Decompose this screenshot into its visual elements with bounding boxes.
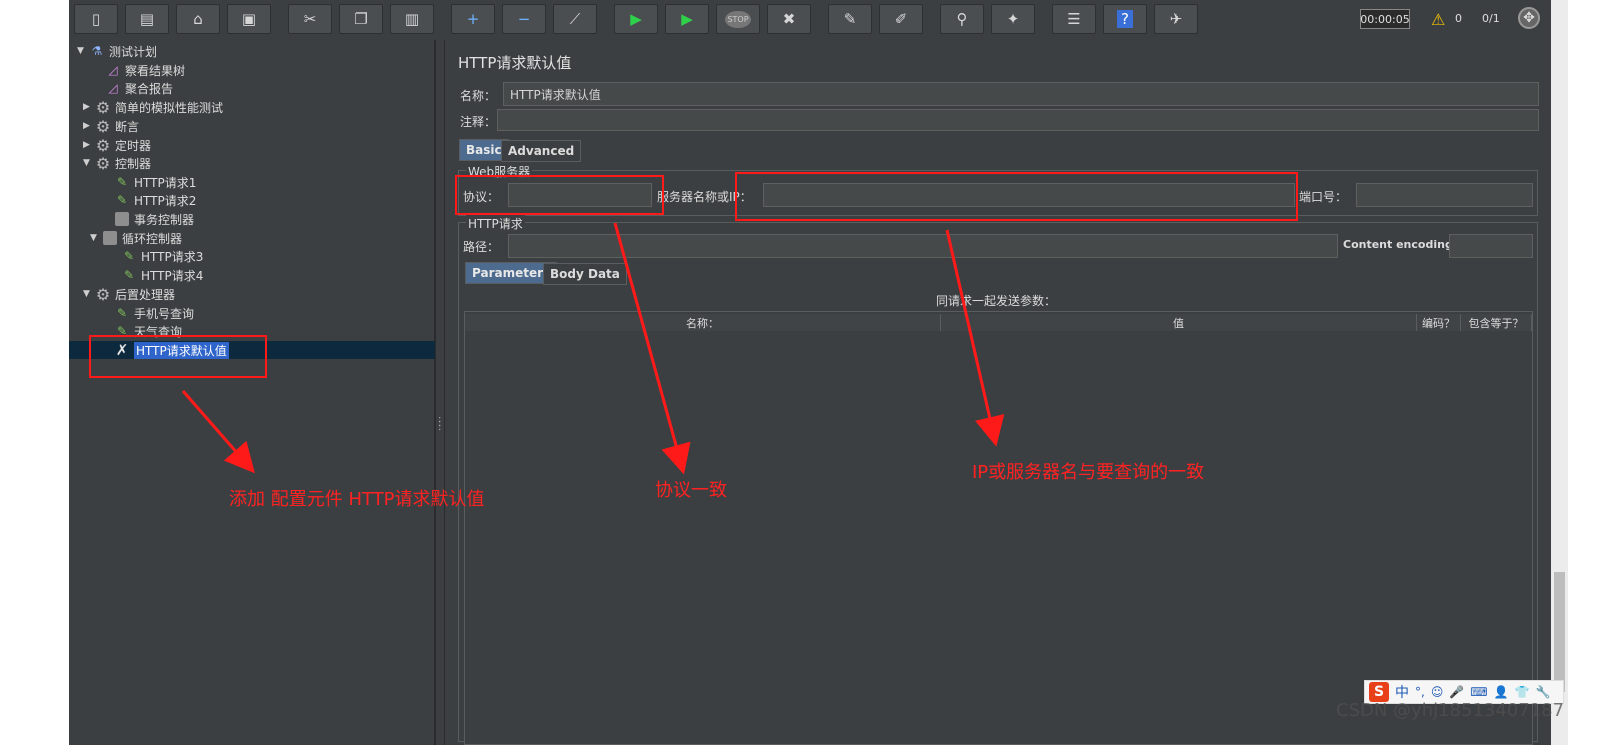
ime-tool-icon[interactable]: 🎤 bbox=[1449, 685, 1464, 699]
annotation-arrows bbox=[181, 222, 1005, 475]
page-scrollbar-thumb[interactable] bbox=[1554, 572, 1565, 692]
watermark: CSDN @yhj18513407187 bbox=[1336, 700, 1565, 721]
ime-tool-icon[interactable]: 👕 bbox=[1515, 685, 1530, 699]
ime-tool-icon[interactable]: °, bbox=[1415, 685, 1425, 699]
annotation-protocol: 协议一致 bbox=[655, 480, 727, 501]
ime-tool-icon[interactable]: 👤 bbox=[1494, 685, 1509, 699]
ime-tool-icons[interactable]: °, ☺ 🎤 ⌨ 👤 👕 🔧 bbox=[1415, 684, 1556, 700]
ime-mode-label[interactable]: 中 bbox=[1395, 682, 1409, 702]
arrow-to-config-note bbox=[181, 390, 255, 474]
ime-tool-icon[interactable]: ⌨ bbox=[1470, 685, 1487, 699]
arrow-to-protocol-note bbox=[613, 222, 691, 475]
ime-tool-icon[interactable]: 🔧 bbox=[1536, 685, 1551, 699]
arrow-to-server-note bbox=[945, 229, 1005, 447]
annotation-add-config: 添加 配置元件 HTTP请求默认值 bbox=[229, 489, 485, 510]
ime-tool-icon[interactable]: ☺ bbox=[1431, 685, 1444, 699]
annotation-server: IP或服务器名与要查询的一致 bbox=[972, 462, 1205, 483]
sogou-logo-icon: S bbox=[1369, 682, 1389, 702]
